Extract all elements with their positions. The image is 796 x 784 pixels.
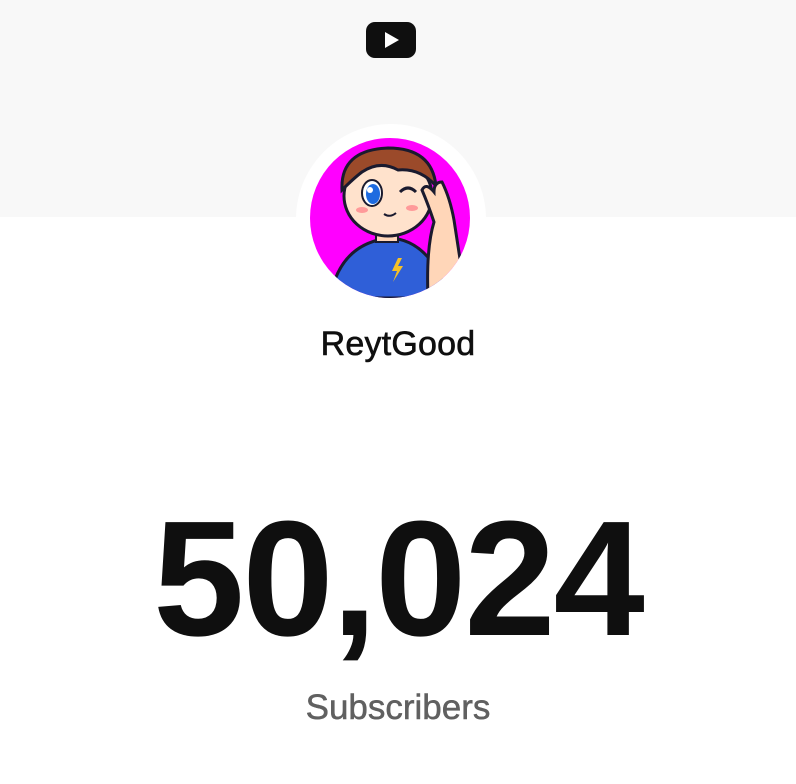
youtube-play-icon[interactable]: [366, 22, 416, 58]
subscriber-label: Subscribers: [305, 688, 491, 728]
subscriber-counter-page: ReytGood 50,024 Subscribers: [0, 0, 796, 784]
subscriber-count: 50,024: [153, 487, 645, 670]
channel-name[interactable]: ReytGood: [0, 325, 796, 364]
avatar-illustration: [310, 138, 470, 298]
channel-avatar[interactable]: [310, 138, 470, 298]
